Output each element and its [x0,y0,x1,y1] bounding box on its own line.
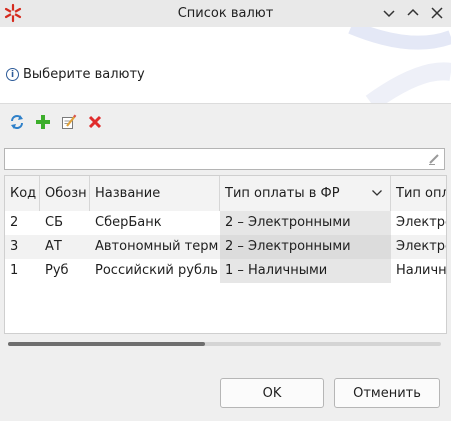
filter-input[interactable] [9,150,413,170]
ok-button[interactable]: OK [220,378,324,408]
column-header-payment-type[interactable]: Тип опла [391,176,446,211]
cell-name: СберБанк [95,215,162,230]
header-decoration [348,27,451,103]
add-icon[interactable] [34,113,52,131]
horizontal-scrollbar[interactable] [4,339,447,349]
dialog-header: i Выберите валюту [0,27,451,103]
header-message-text: Выберите валюту [23,67,145,82]
table-row[interactable]: 1 Руб Российский рубль 1 – Наличными Нал… [5,259,447,283]
divider [0,103,451,104]
filter-field[interactable] [4,148,445,170]
column-header-symbol[interactable]: Обозн [40,176,90,211]
scrollbar-thumb[interactable] [8,342,205,346]
header-message: i Выберите валюту [6,67,145,82]
cell-symbol: АТ [45,239,62,254]
cell-payment-type-fr: 2 – Электронными [220,211,391,235]
chevron-up-icon[interactable] [404,4,422,22]
cell-name: Российский рубль [95,263,218,278]
cell-payment-type: Наличн [396,263,447,278]
edit-icon[interactable] [60,113,78,131]
cancel-button[interactable]: Отменить [334,378,440,408]
title-bar: Список валют [0,0,451,27]
column-header-code[interactable]: Код [5,176,40,211]
table-row[interactable]: 3 АТ Автономный терм 2 – Электронными Эл… [5,235,446,259]
column-header-payment-type-fr-label: Тип оплаты в ФР [225,186,340,201]
cell-code: 1 [10,263,19,278]
cell-code: 2 [10,215,19,230]
cell-name: Автономный терм [95,239,219,254]
cell-symbol: Руб [45,263,69,278]
column-header-payment-type-fr[interactable]: Тип оплаты в ФР [220,176,391,211]
refresh-icon[interactable] [8,113,26,131]
table-row[interactable]: 2 СБ СберБанк 2 – Электронными Электро [5,211,446,235]
clear-filter-icon[interactable] [427,152,441,166]
column-header-name[interactable]: Название [90,176,220,211]
delete-icon[interactable] [86,113,104,131]
cell-symbol: СБ [45,215,63,230]
chevron-down-icon [372,190,382,196]
cell-payment-type: Электро [396,239,446,254]
chevron-down-icon[interactable] [380,4,398,22]
cell-payment-type-fr: 1 – Наличными [220,259,391,283]
table-header: Код Обозн Название Тип оплаты в ФР Тип о… [5,176,446,212]
toolbar [8,113,104,131]
currency-table: Код Обозн Название Тип оплаты в ФР Тип о… [4,175,447,334]
close-icon[interactable] [428,4,446,22]
info-icon: i [6,68,19,81]
cell-payment-type-fr: 2 – Электронными [220,235,391,259]
cell-payment-type: Электро [396,215,446,230]
cell-code: 3 [10,239,19,254]
